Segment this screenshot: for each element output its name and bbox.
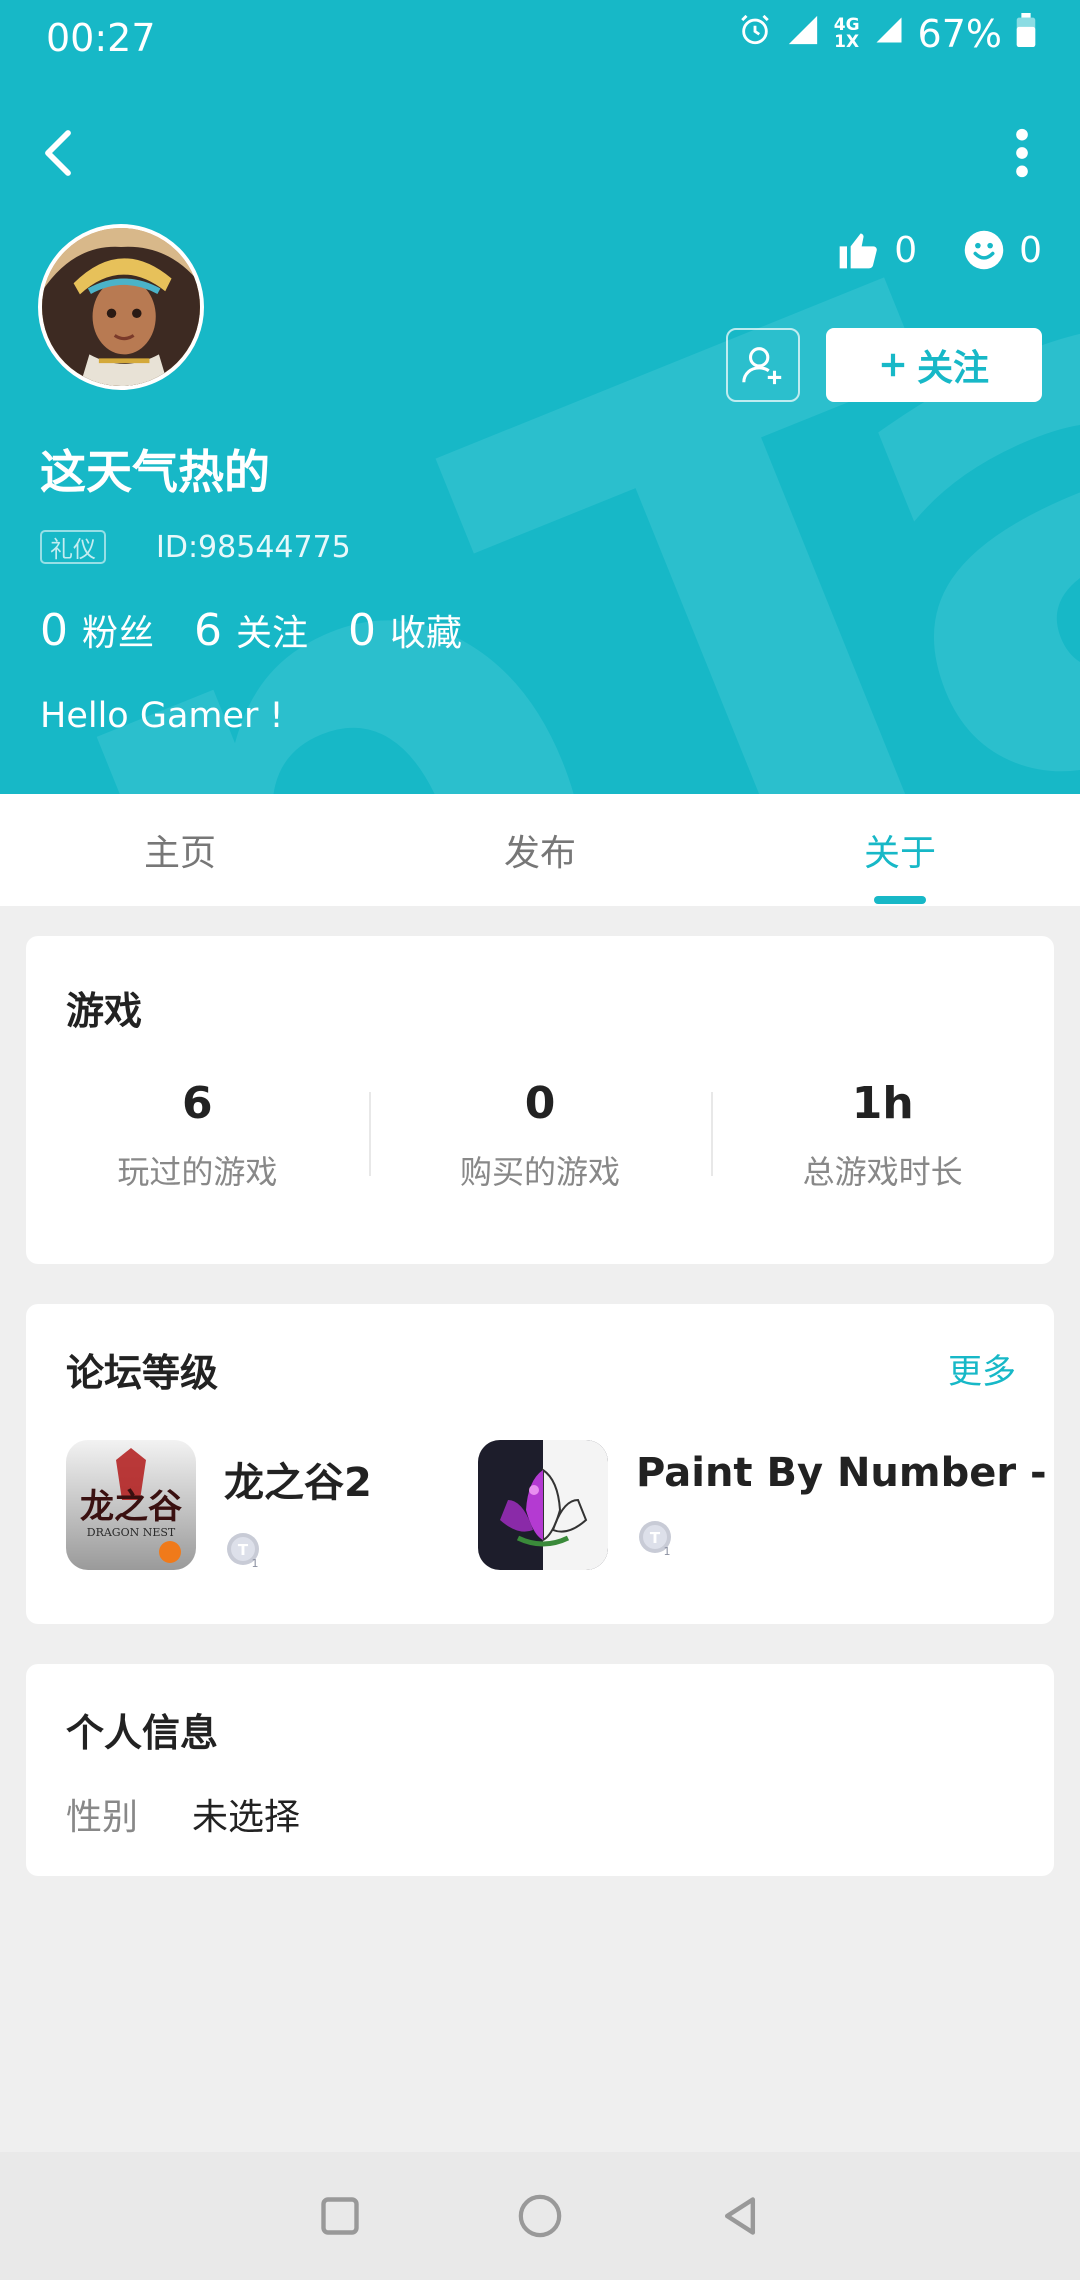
level-icon: T1 [636,1518,676,1558]
stat-number: 0 [40,605,68,656]
back-arrow-icon [45,130,71,176]
forum-item[interactable]: Paint By Number - Free T1 [478,1440,1054,1570]
recents-button[interactable] [310,2186,370,2246]
forum-item[interactable]: 龙之谷 DRAGON NEST 龙之谷2 T1 [66,1440,372,1570]
field-value: 未选择 [192,1797,301,1838]
forum-game-name: 龙之谷2 [224,1460,372,1506]
reactions: 0 0 [790,228,1042,272]
likes-count: 0 [894,229,918,271]
smiles-group[interactable]: 0 [963,229,1042,271]
stat-value: 0 [524,1078,556,1129]
thumbs-up-icon [839,233,877,269]
purchased-games-stat[interactable]: 0 购买的游戏 [368,1078,712,1193]
paint-by-number-game-icon [478,1440,608,1570]
personal-info-title: 个人信息 [66,1711,219,1755]
signal-icon-2 [874,12,904,56]
stat-label: 总游戏时长 [802,1153,963,1191]
add-user-icon [742,347,782,385]
avatar-illustration [42,228,200,386]
playtime-stat[interactable]: 1h 总游戏时长 [711,1078,1054,1193]
home-button[interactable] [510,2186,570,2246]
signal-icon [786,12,820,56]
status-time: 00:27 [46,16,156,60]
forum-title: 论坛等级 [66,1351,219,1395]
svg-text:1: 1 [252,1557,259,1570]
svg-text:T: T [238,1541,249,1559]
more-vertical-icon [1016,128,1028,178]
stat-label: 玩过的游戏 [117,1153,278,1191]
battery-icon [1016,12,1036,56]
stat-value: 6 [182,1078,213,1129]
profile-tabs: 主页 发布 关于 [0,794,1080,906]
tab-about[interactable]: 关于 [720,794,1080,906]
follow-label: 关注 [916,348,989,389]
games-card: 游戏 6 玩过的游戏 0 购买的游戏 1h 总游戏时长 [26,936,1054,1264]
profile-stats: 0 粉丝 6 关注 0 收藏 [40,604,462,656]
svg-text:T: T [650,1529,661,1547]
stat-label: 收藏 [390,613,463,654]
square-icon [321,2197,359,2235]
circle-icon [518,2194,562,2238]
stat-value: 1h [851,1078,914,1129]
dragon-nest-game-icon: 龙之谷 DRAGON NEST [66,1440,196,1570]
profile-header: pTa 00:27 4G 1X 67% 0 0 关注 这天气热的 礼仪 ID:9… [0,0,1080,794]
user-id: ID:98544775 [156,530,351,565]
plus-icon [881,353,905,377]
more-options-button[interactable] [982,113,1062,193]
back-nav-button[interactable] [710,2186,770,2246]
triangle-back-icon [724,2197,756,2235]
smiley-icon [964,230,1004,270]
games-title: 游戏 [66,989,143,1033]
stat-following[interactable]: 6 关注 [194,604,308,656]
username: 这天气热的 [40,445,270,499]
avatar[interactable] [38,224,204,390]
played-games-stat[interactable]: 6 玩过的游戏 [26,1078,369,1193]
system-nav-bar [0,2152,1080,2280]
bio: Hello Gamer ! [40,696,284,736]
title-badge[interactable]: 礼仪 [40,530,106,564]
back-button[interactable] [18,113,98,193]
svg-text:1: 1 [664,1545,671,1558]
svg-text:龙之谷: 龙之谷 [80,1487,182,1527]
battery-level: 67% [917,12,1002,56]
stat-label: 购买的游戏 [460,1153,621,1191]
tab-home[interactable]: 主页 [0,794,360,906]
svg-text:DRAGON NEST: DRAGON NEST [87,1526,176,1539]
level-icon: T1 [224,1530,264,1570]
stat-fans[interactable]: 0 粉丝 [40,604,154,656]
forum-game-name: Paint By Number - Free [636,1450,1054,1496]
tab-posts[interactable]: 发布 [360,794,720,906]
more-link[interactable]: 更多 [948,1344,1016,1393]
smiles-count: 0 [1019,229,1042,271]
alarm-icon [738,12,772,56]
stat-label: 关注 [236,613,309,654]
stat-favorites[interactable]: 0 收藏 [348,604,462,656]
stat-number: 6 [194,605,223,656]
add-friend-button[interactable] [726,328,800,402]
stat-number: 0 [348,605,377,656]
field-label: 性别 [66,1797,139,1838]
follow-button[interactable]: 关注 [826,328,1042,402]
likes-group[interactable]: 0 [836,228,917,272]
personal-info-card: 个人信息 性别 未选择 [26,1664,1054,1876]
network-type: 4G 1X [833,15,860,52]
status-bar: 00:27 4G 1X 67% [0,0,1080,80]
stat-label: 粉丝 [82,613,155,654]
forum-level-card: 论坛等级 更多 龙之谷 DRAGON NEST 龙之谷2 T1 Paint By… [26,1304,1054,1624]
gender-row: 性别 未选择 [66,1788,300,1840]
